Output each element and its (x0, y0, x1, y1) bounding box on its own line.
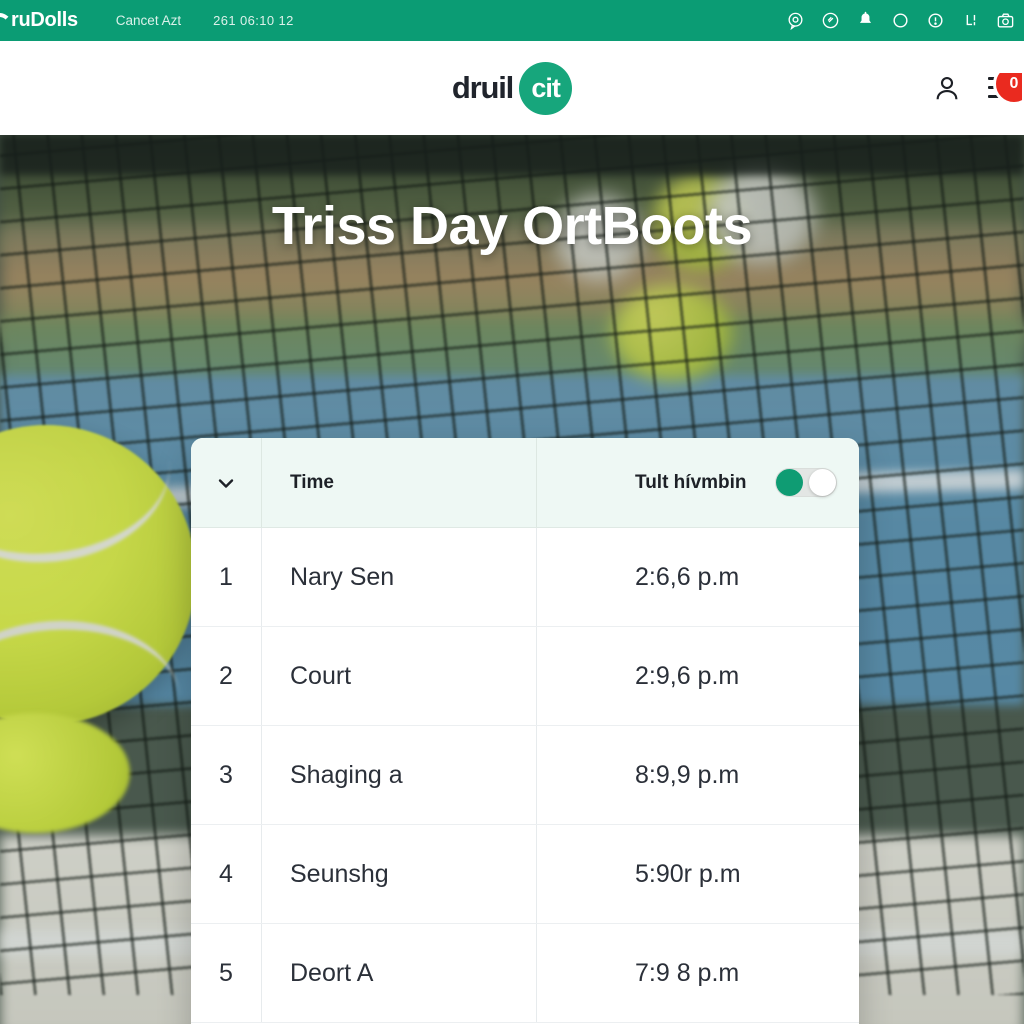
topbar-brand[interactable]: ruDolls (0, 9, 78, 32)
row-number-cell: 1 (191, 528, 262, 626)
top-utility-bar: ruDolls Cancet Azt 261 06:10 12 (0, 0, 1024, 41)
row-time: 2:9,6 p.m (635, 661, 740, 690)
hero-section: Triss Day OrtBoots Time Tult hívmbin 1 N… (0, 135, 1024, 1024)
page-title: Triss Day OrtBoots (271, 196, 753, 256)
row-name-cell: Seunshg (262, 825, 537, 923)
name-column-label: Time (290, 471, 335, 493)
topbar-icon-group (786, 11, 1024, 30)
row-time-cell: 8:9,9 p.m (537, 726, 859, 824)
table-row[interactable]: 5 Deort A 7:9 8 p.m (191, 924, 859, 1023)
row-time: 5:90r p.m (635, 859, 741, 888)
name-column-header[interactable]: Time (262, 438, 537, 527)
row-number-cell: 3 (191, 726, 262, 824)
row-number: 3 (219, 760, 233, 789)
row-name: Seunshg (290, 859, 389, 888)
table-row[interactable]: 2 Court 2:9,6 p.m (191, 627, 859, 726)
toggle-knob-on (776, 469, 803, 496)
row-name-cell: Shaging a (262, 726, 537, 824)
row-name-cell: Court (262, 627, 537, 725)
row-number: 1 (219, 562, 233, 591)
row-time: 2:6,6 p.m (635, 562, 740, 591)
info-icon[interactable] (926, 11, 945, 30)
row-number: 2 (219, 661, 233, 690)
row-name: Deort A (290, 958, 374, 987)
table-row[interactable]: 4 Seunshg 5:90r p.m (191, 825, 859, 924)
brackets-icon[interactable] (961, 11, 980, 30)
toggle-knob-off (809, 469, 836, 496)
time-column-header[interactable]: Tult hívmbin (537, 438, 859, 527)
schedule-card: Time Tult hívmbin 1 Nary Sen 2:6,6 p.m 2… (191, 438, 859, 1024)
row-name: Shaging a (290, 760, 403, 789)
row-time-cell: 2:9,6 p.m (537, 627, 859, 725)
row-name: Nary Sen (290, 562, 395, 591)
row-name: Court (290, 661, 352, 690)
row-name-cell: Nary Sen (262, 528, 537, 626)
row-time-cell: 7:9 8 p.m (537, 924, 859, 1022)
row-number-cell: 5 (191, 924, 262, 1022)
table-header-row: Time Tult hívmbin (191, 438, 859, 528)
topbar-link[interactable]: Cancet Azt (116, 13, 181, 28)
row-number: 5 (219, 958, 233, 987)
row-time: 7:9 8 p.m (635, 958, 740, 987)
visibility-toggle[interactable] (775, 468, 837, 497)
expand-column-header[interactable] (191, 438, 262, 527)
row-name-cell: Deort A (262, 924, 537, 1022)
chevron-down-icon (214, 471, 238, 495)
logo-wordmark: druil (451, 70, 514, 105)
topbar-meta: 261 06:10 12 (213, 13, 294, 28)
row-number: 4 (219, 859, 233, 888)
row-time: 8:9,9 p.m (635, 760, 740, 789)
bell-icon[interactable] (856, 11, 875, 30)
table-row[interactable]: 3 Shaging a 8:9,9 p.m (191, 726, 859, 825)
brand-logo-icon (0, 11, 10, 31)
time-column-label: Tult hívmbin (635, 471, 747, 493)
row-number-cell: 4 (191, 825, 262, 923)
compass-icon[interactable] (821, 11, 840, 30)
circle-icon[interactable] (891, 11, 910, 30)
logo-badge: cit (519, 61, 573, 115)
header-actions: 0 (932, 41, 1024, 135)
site-logo[interactable]: druil cit (451, 61, 573, 115)
table-row[interactable]: 1 Nary Sen 2:6,6 p.m (191, 528, 859, 627)
topbar-brand-label: ruDolls (11, 9, 78, 31)
account-icon[interactable] (932, 73, 962, 103)
row-time-cell: 2:6,6 p.m (537, 528, 859, 626)
camera-icon[interactable] (996, 11, 1022, 30)
row-time-cell: 5:90r p.m (537, 825, 859, 923)
site-header: druil cit 0 (0, 41, 1024, 135)
hamburger-menu-button[interactable]: 0 (988, 73, 1022, 103)
at-chat-icon[interactable] (786, 11, 805, 30)
row-number-cell: 2 (191, 627, 262, 725)
